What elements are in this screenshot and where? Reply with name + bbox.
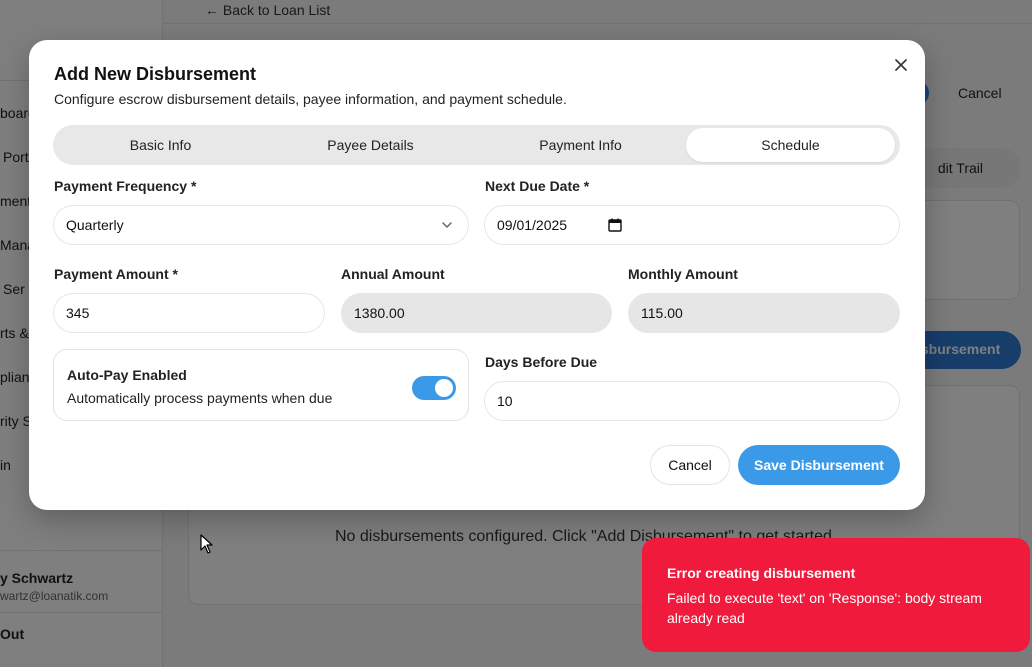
tab-payment-info[interactable]: Payment Info [476, 128, 685, 162]
payment-amount-input[interactable]: 345 [53, 293, 325, 333]
monthly-amount-field: 115.00 [628, 293, 900, 333]
days-before-due-label: Days Before Due [485, 354, 598, 370]
calendar-icon[interactable] [607, 217, 623, 233]
dialog-title: Add New Disbursement [54, 64, 257, 84]
payment-frequency-select[interactable]: Quarterly [53, 205, 469, 245]
payment-frequency-label: Payment Frequency * [54, 178, 197, 194]
save-disbursement-button[interactable]: Save Disbursement [738, 445, 900, 485]
tab-schedule[interactable]: Schedule [686, 128, 895, 162]
tab-payee-details[interactable]: Payee Details [266, 128, 475, 162]
toast-title: Error creating disbursement [667, 565, 856, 581]
payment-amount-value: 345 [66, 305, 90, 321]
days-before-due-input[interactable]: 10 [484, 381, 900, 421]
monthly-amount-label: Monthly Amount [628, 266, 738, 282]
tab-list: Basic Info Payee Details Payment Info Sc… [53, 125, 900, 165]
days-before-due-value: 10 [497, 393, 513, 409]
add-disbursement-dialog: Add New Disbursement Configure escrow di… [29, 40, 925, 510]
dialog-description: Configure escrow disbursement details, p… [54, 91, 567, 107]
next-due-date-label: Next Due Date * [485, 178, 590, 194]
next-due-date-input[interactable]: 09/01/2025 [484, 205, 900, 245]
annual-amount-field: 1380.00 [341, 293, 612, 333]
toggle-knob [435, 379, 453, 397]
payment-amount-label: Payment Amount * [54, 266, 178, 282]
cancel-button[interactable]: Cancel [650, 445, 730, 485]
toast-message: Failed to execute 'text' on 'Response': … [667, 590, 982, 626]
tab-basic-info[interactable]: Basic Info [56, 128, 265, 162]
close-icon[interactable] [891, 55, 911, 75]
chevron-down-icon [442, 222, 452, 228]
monthly-amount-value: 115.00 [641, 305, 683, 321]
auto-pay-toggle[interactable] [412, 376, 456, 400]
annual-amount-value: 1380.00 [354, 305, 405, 321]
mouse-cursor-icon [200, 534, 213, 554]
payment-frequency-value: Quarterly [66, 217, 124, 233]
next-due-date-value: 09/01/2025 [497, 217, 568, 233]
auto-pay-description: Automatically process payments when due [67, 390, 333, 406]
auto-pay-title: Auto-Pay Enabled [67, 367, 187, 383]
annual-amount-label: Annual Amount [341, 266, 445, 282]
auto-pay-card: Auto-Pay Enabled Automatically process p… [53, 349, 469, 421]
error-toast[interactable]: Error creating disbursement Failed to ex… [642, 538, 1030, 652]
